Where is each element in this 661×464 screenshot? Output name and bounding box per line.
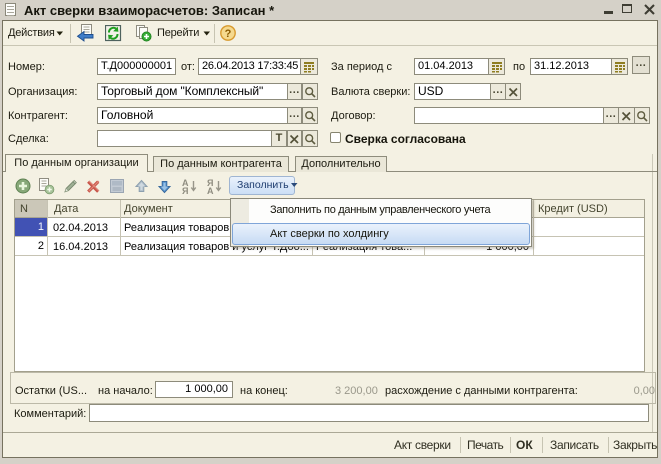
svg-text:А: А	[207, 186, 214, 195]
svg-text:?: ?	[225, 28, 232, 40]
svg-text:Я: Я	[182, 186, 188, 195]
